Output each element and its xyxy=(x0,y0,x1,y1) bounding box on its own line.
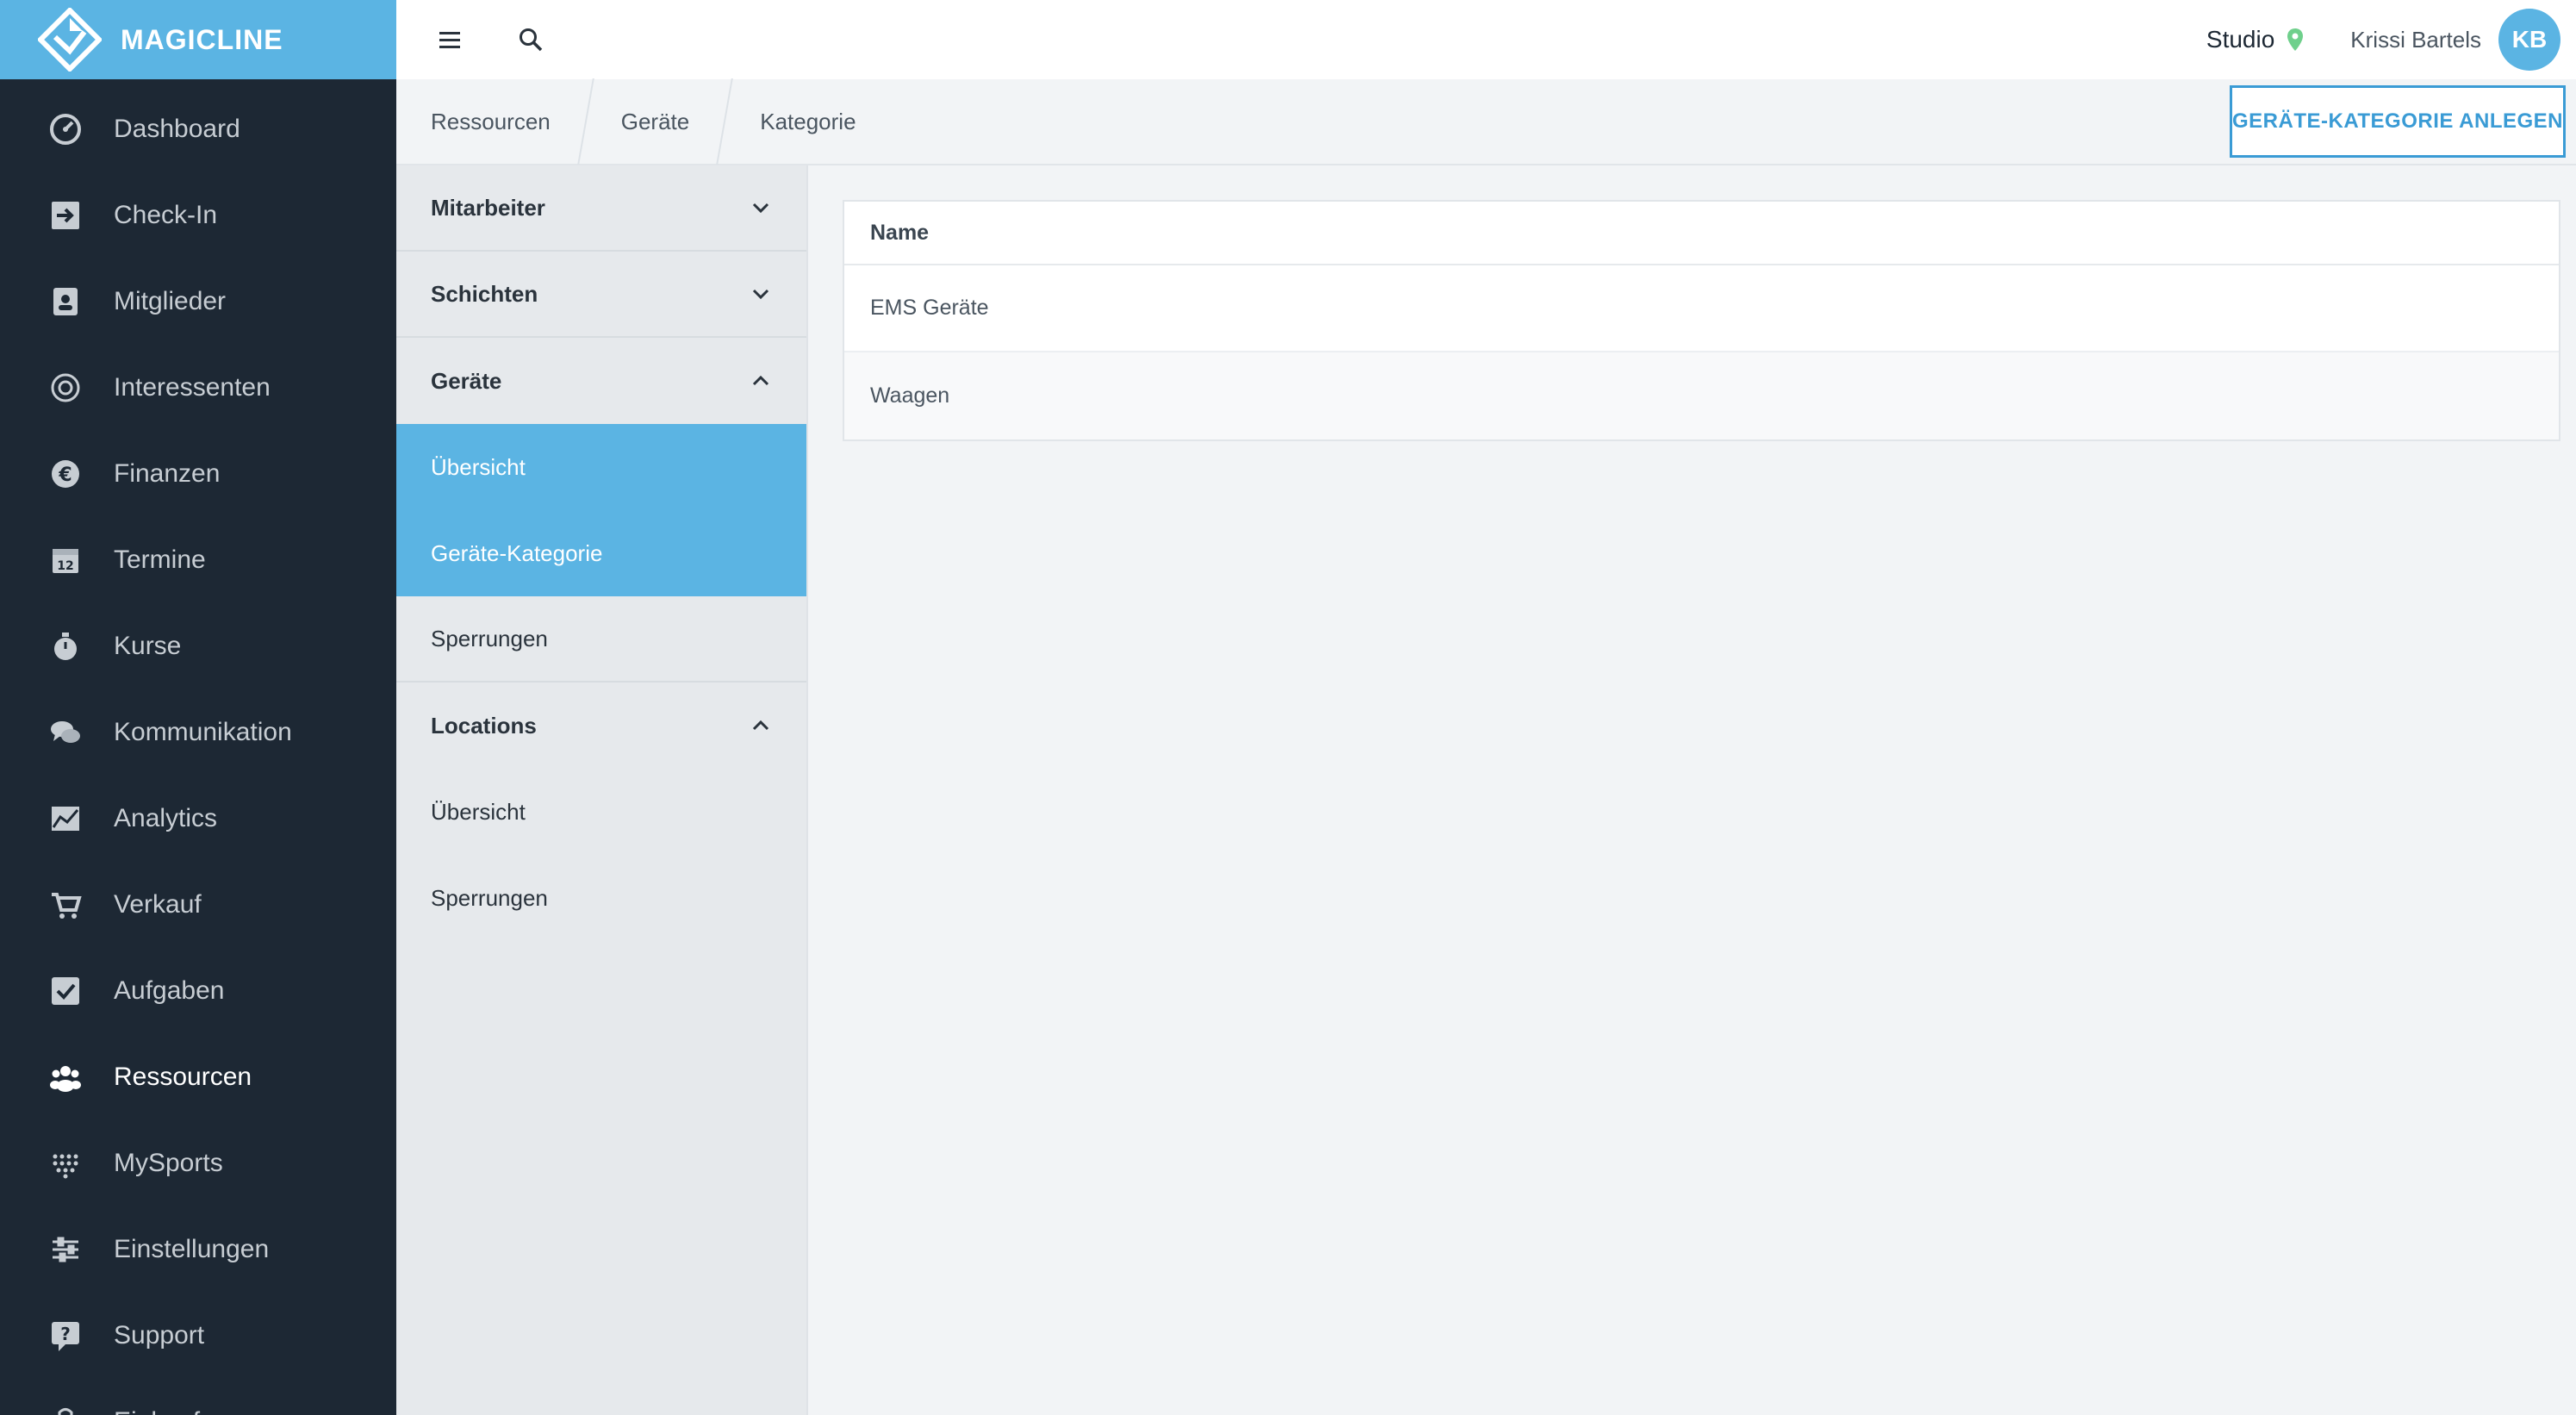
nav-item-analytics[interactable]: Analytics xyxy=(0,776,396,862)
avatar[interactable]: KB xyxy=(2498,9,2560,71)
submenu-item-geraete-sperrungen[interactable]: Sperrungen xyxy=(396,596,806,683)
help-icon: ? xyxy=(48,1318,83,1353)
topbar-user-area: Studio Krissi Bartels KB xyxy=(2206,9,2576,71)
search-button[interactable] xyxy=(513,22,548,57)
nav-item-verkauf[interactable]: Verkauf xyxy=(0,862,396,948)
submenu-section-mitarbeiter[interactable]: Mitarbeiter xyxy=(396,165,806,252)
resources-submenu: Mitarbeiter Schichten Geräte Übersicht G… xyxy=(396,165,808,1415)
table-row[interactable]: Waagen xyxy=(844,352,2559,439)
brand-header[interactable]: MAGICLINE xyxy=(0,0,396,79)
chevron-down-icon xyxy=(752,289,769,300)
submenu-section-label: Mitarbeiter xyxy=(431,194,545,221)
svg-text:?: ? xyxy=(60,1324,71,1344)
chat-icon xyxy=(48,715,83,750)
shop-icon xyxy=(48,1405,83,1415)
nav-label: Aufgaben xyxy=(114,976,225,1005)
chevron-up-icon xyxy=(752,720,769,731)
stopwatch-icon xyxy=(48,629,83,664)
submenu-item-geraete-uebersicht[interactable]: Übersicht xyxy=(396,424,806,510)
dots-grid-icon xyxy=(48,1146,83,1181)
nav-item-termine[interactable]: 12 Termine xyxy=(0,517,396,603)
main-sidebar: MAGICLINE Dashboard Check-In Mitglieder … xyxy=(0,0,396,1415)
euro-icon: € xyxy=(48,457,83,491)
nav-item-einkaufen[interactable]: Einkaufen xyxy=(0,1379,396,1415)
nav-label: Kurse xyxy=(114,632,182,660)
nav-label: Analytics xyxy=(114,804,218,832)
nav-item-mitglieder[interactable]: Mitglieder xyxy=(0,259,396,345)
category-table: Name EMS Geräte Waagen xyxy=(843,200,2560,441)
nav-item-ressourcen[interactable]: Ressourcen xyxy=(0,1034,396,1120)
hamburger-icon xyxy=(439,32,460,48)
nav-label: Dashboard xyxy=(114,115,240,143)
search-icon xyxy=(520,28,543,52)
nav-label: Mitglieder xyxy=(114,287,227,315)
nav-item-dashboard[interactable]: Dashboard xyxy=(0,86,396,172)
table-row[interactable]: EMS Geräte xyxy=(844,265,2559,352)
nav-item-finanzen[interactable]: € Finanzen xyxy=(0,431,396,517)
table-header-name[interactable]: Name xyxy=(844,202,2559,265)
nav-item-interessenten[interactable]: Interessenten xyxy=(0,345,396,431)
studio-selector[interactable]: Studio xyxy=(2206,26,2304,53)
submenu-item-locations-sperrungen[interactable]: Sperrungen xyxy=(396,855,806,941)
nav-label: MySports xyxy=(114,1149,223,1177)
nav-label: Ressourcen xyxy=(114,1063,252,1091)
breadcrumb-item-kategorie: Kategorie xyxy=(760,108,856,134)
submenu-item-geraete-kategorie[interactable]: Geräte-Kategorie xyxy=(396,510,806,596)
breadcrumb-item-geraete[interactable]: Geräte xyxy=(587,79,725,164)
nav-item-check-in[interactable]: Check-In xyxy=(0,172,396,259)
chevron-down-icon xyxy=(752,203,769,214)
svg-text:12: 12 xyxy=(57,559,73,573)
members-icon xyxy=(48,284,83,319)
user-name[interactable]: Krissi Bartels xyxy=(2350,27,2481,53)
nav-item-support[interactable]: ? Support xyxy=(0,1293,396,1379)
nav-item-einstellungen[interactable]: Einstellungen xyxy=(0,1206,396,1293)
create-equipment-category-button[interactable]: GERÄTE-KATEGORIE ANLEGEN xyxy=(2230,85,2566,158)
location-pin-icon xyxy=(2287,28,2304,51)
submenu-section-label: Schichten xyxy=(431,280,538,307)
submenu-section-label: Locations xyxy=(431,712,537,739)
submenu-section-schichten[interactable]: Schichten xyxy=(396,252,806,338)
nav-item-kommunikation[interactable]: Kommunikation xyxy=(0,689,396,776)
calendar-icon: 12 xyxy=(48,543,83,577)
magicline-logo-icon xyxy=(38,8,102,72)
nav-label: Einkaufen xyxy=(114,1407,228,1415)
dashboard-icon xyxy=(48,112,83,146)
main-content: Name EMS Geräte Waagen xyxy=(808,165,2576,1415)
people-icon xyxy=(48,1060,83,1094)
svg-text:€: € xyxy=(58,464,72,486)
nav-item-aufgaben[interactable]: Aufgaben xyxy=(0,948,396,1034)
menu-toggle-button[interactable] xyxy=(432,22,467,57)
chart-icon xyxy=(48,801,83,836)
target-icon xyxy=(48,371,83,405)
nav-label: Support xyxy=(114,1321,205,1350)
nav-label: Kommunikation xyxy=(114,718,292,746)
submenu-section-label: Geräte xyxy=(431,367,502,394)
nav-label: Verkauf xyxy=(114,890,202,919)
submenu-section-geraete[interactable]: Geräte xyxy=(396,338,806,424)
sliders-icon xyxy=(48,1232,83,1267)
breadcrumb: Ressourcen Geräte Kategorie GERÄTE-KATEG… xyxy=(396,78,2576,165)
nav-item-kurse[interactable]: Kurse xyxy=(0,603,396,689)
submenu-item-locations-uebersicht[interactable]: Übersicht xyxy=(396,769,806,855)
cart-icon xyxy=(48,888,83,922)
nav-list: Dashboard Check-In Mitglieder Interessen… xyxy=(0,79,396,1415)
nav-item-mysports[interactable]: MySports xyxy=(0,1120,396,1206)
nav-label: Termine xyxy=(114,545,206,574)
checkbox-icon xyxy=(48,974,83,1008)
top-bar: Studio Krissi Bartels KB xyxy=(396,0,2576,79)
brand-name: MAGICLINE xyxy=(121,23,283,55)
chevron-up-icon xyxy=(752,375,769,386)
breadcrumb-item-ressourcen[interactable]: Ressourcen xyxy=(396,79,585,164)
nav-label: Check-In xyxy=(114,201,218,229)
check-in-icon xyxy=(48,198,83,233)
nav-label: Interessenten xyxy=(114,373,271,402)
submenu-section-locations[interactable]: Locations xyxy=(396,683,806,769)
nav-label: Einstellungen xyxy=(114,1235,270,1263)
nav-label: Finanzen xyxy=(114,459,221,488)
studio-label: Studio xyxy=(2206,26,2275,53)
